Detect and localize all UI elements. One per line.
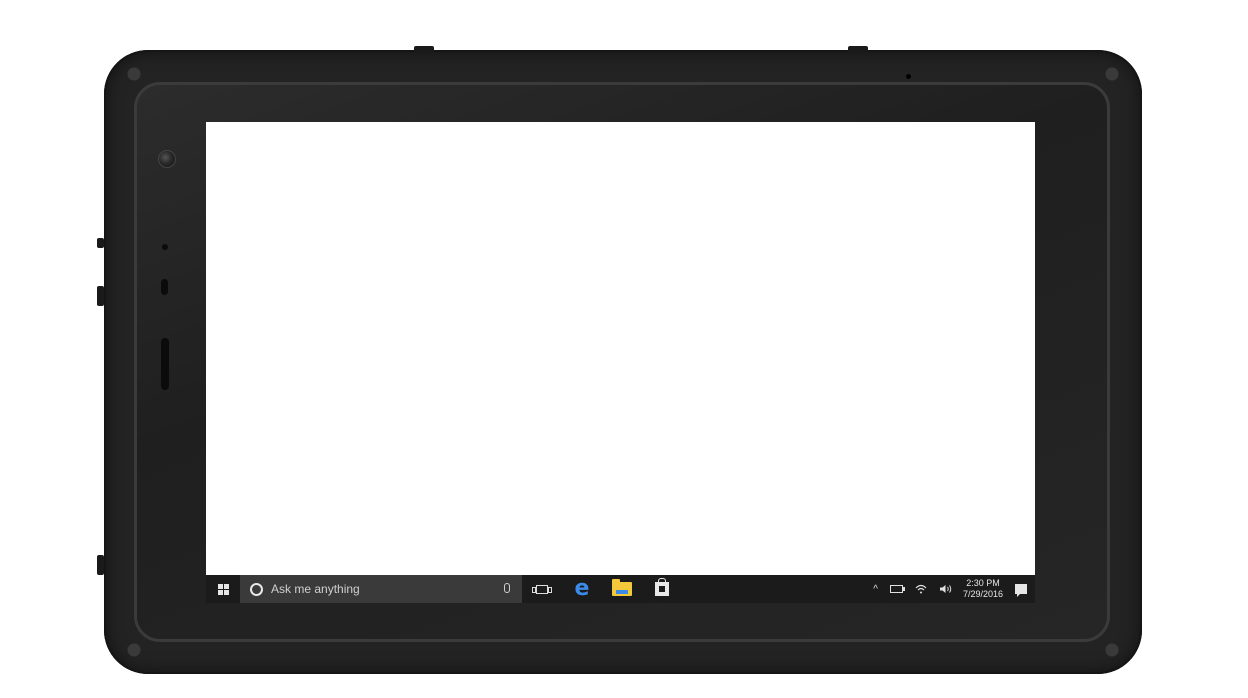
indicator-led <box>161 279 168 295</box>
task-view-icon <box>532 584 552 594</box>
wifi-icon[interactable] <box>915 584 927 594</box>
edge-icon: e <box>574 576 590 601</box>
windows-logo-icon <box>217 583 229 595</box>
system-tray: ^ 2:30 PM 7/29/2016 <box>867 575 1035 603</box>
stage: Ask me anything e ^ 2:30 PM 7/29/2016 <box>0 0 1248 698</box>
clock-date: 7/29/2016 <box>962 589 1003 599</box>
file-explorer-icon <box>612 579 632 596</box>
battery-icon[interactable] <box>889 585 905 593</box>
side-button-left-1 <box>97 238 104 248</box>
clock-time: 2:30 PM <box>966 578 1000 588</box>
taskbar: Ask me anything e ^ 2:30 PM 7/29/2016 <box>206 575 1035 603</box>
show-hidden-icons-chevron[interactable]: ^ <box>873 584 878 595</box>
store-icon <box>655 578 669 596</box>
screen: Ask me anything e ^ 2:30 PM 7/29/2016 <box>206 122 1035 603</box>
store-button[interactable] <box>642 575 682 603</box>
cortana-circle-icon <box>250 582 263 596</box>
file-explorer-button[interactable] <box>602 575 642 603</box>
cortana-search-box[interactable]: Ask me anything <box>240 575 522 603</box>
action-center-icon[interactable] <box>1015 584 1027 597</box>
start-button[interactable] <box>206 575 240 603</box>
volume-icon[interactable] <box>939 584 953 594</box>
side-button-left-2 <box>97 286 104 306</box>
microphone-hole <box>906 74 911 79</box>
task-view-button[interactable] <box>522 575 562 603</box>
search-placeholder: Ask me anything <box>271 582 360 596</box>
clock[interactable]: 2:30 PM 7/29/2016 <box>963 578 1003 600</box>
light-sensor <box>162 244 168 250</box>
side-button-left-3 <box>97 555 104 575</box>
microphone-icon[interactable] <box>504 583 510 593</box>
side-button-top <box>414 46 434 52</box>
edge-button[interactable]: e <box>562 575 602 603</box>
speaker-grille <box>161 338 169 390</box>
side-button-top-right <box>848 46 868 52</box>
front-camera-icon <box>158 150 176 168</box>
